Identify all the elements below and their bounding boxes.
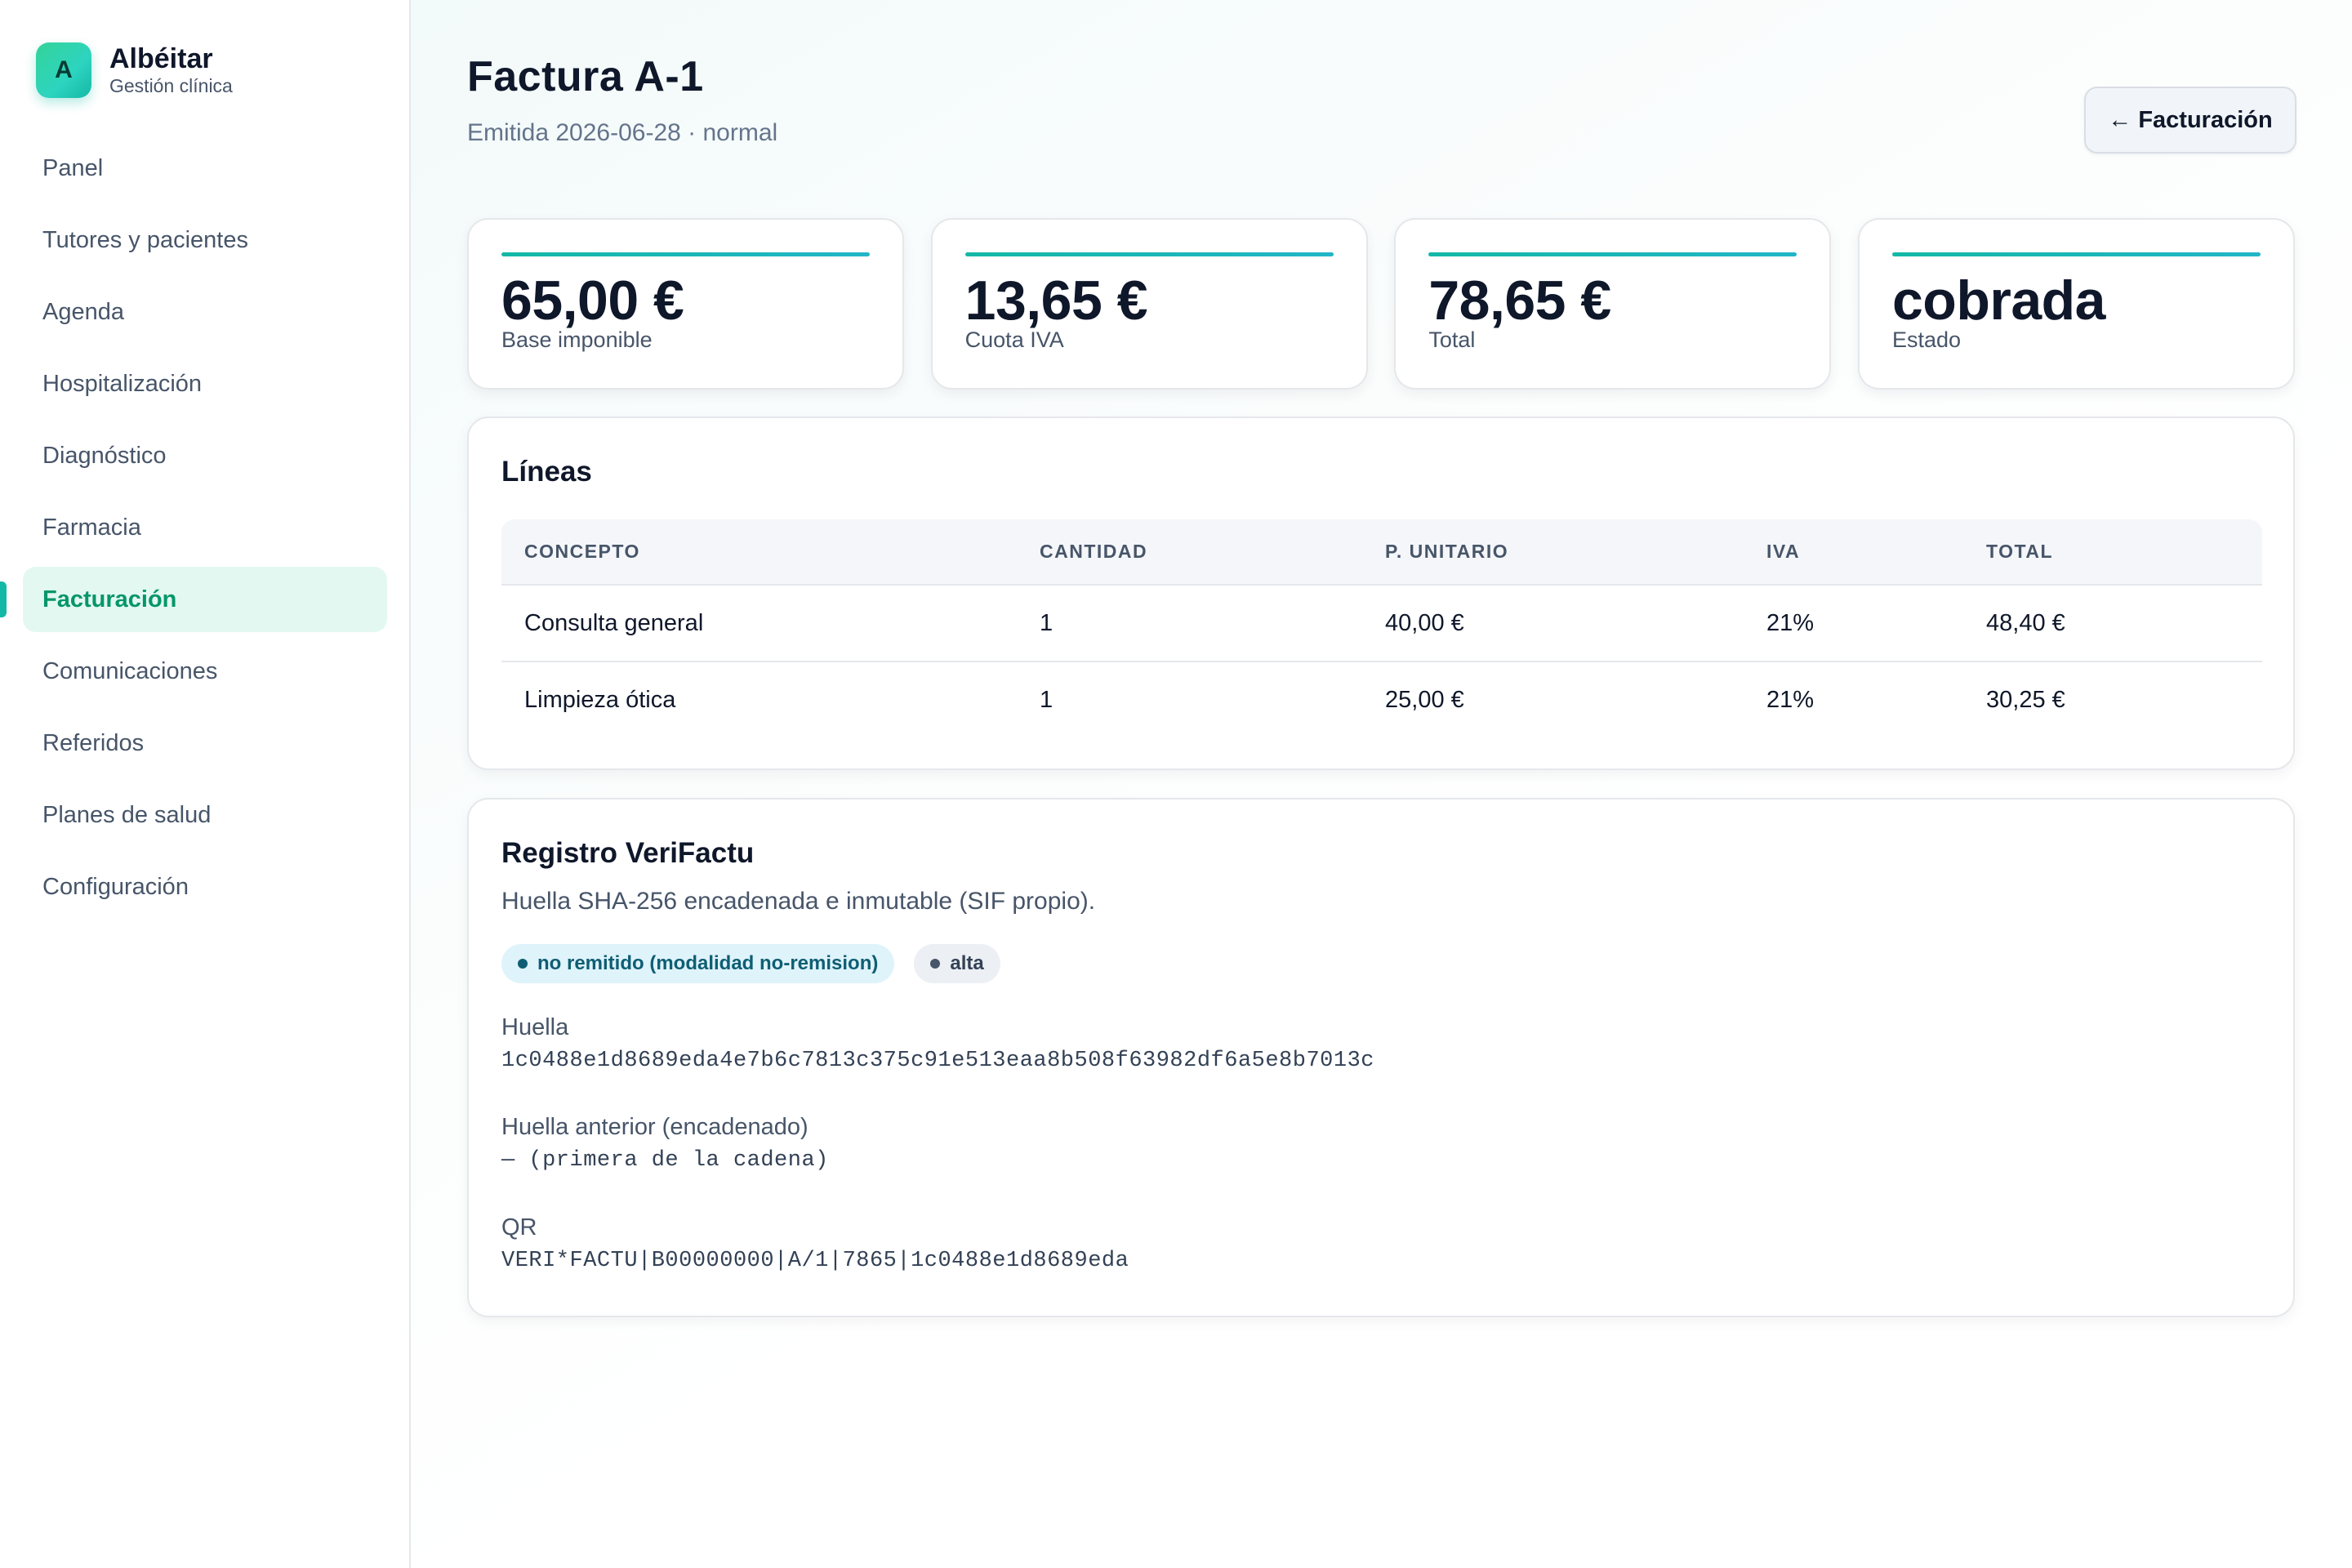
stat-label: Total xyxy=(1428,327,1476,352)
brand-subtitle: Gestión clínica xyxy=(109,75,233,96)
back-to-billing-button[interactable]: ← Facturación xyxy=(2084,87,2296,154)
column-header-iva: IVA xyxy=(1766,541,1801,562)
qr-field: QR VERI*FACTU|B00000000|A/1|7865|1c0488e… xyxy=(501,1213,1129,1273)
verifactu-title: Registro VeriFactu xyxy=(501,837,755,869)
sidebar-item-configuracion[interactable]: Configuración xyxy=(23,854,387,920)
brand-name: Albéitar xyxy=(109,43,213,74)
sidebar-item-planes-salud[interactable]: Planes de salud xyxy=(23,782,387,848)
lines-title: Líneas xyxy=(501,456,592,488)
cell-total: 48,40 € xyxy=(1963,584,2262,662)
column-header-total: TOTAL xyxy=(1986,541,2054,562)
page-subtitle: Emitida 2026-06-28 · normal xyxy=(467,119,778,146)
cell-precio-unitario: 25,00 € xyxy=(1362,661,1744,738)
stat-value: 13,65 € xyxy=(964,270,1148,332)
status-dot-icon xyxy=(518,959,528,969)
brand-logo: A xyxy=(36,42,91,98)
column-header-precio-unitario: P. UNITARIO xyxy=(1385,541,1509,562)
sidebar-nav: Panel Tutores y pacientes Agenda Hospita… xyxy=(23,136,387,926)
status-badge-alta: alta xyxy=(914,944,1000,983)
verifactu-description: Huella SHA-256 encadenada e inmutable (S… xyxy=(501,888,1096,915)
stat-accent-bar xyxy=(501,252,870,256)
hash-field: Huella 1c0488e1d8689eda4e7b6c7813c375c91… xyxy=(501,1013,1374,1073)
hash-label: Huella xyxy=(501,1014,569,1040)
stat-card-total: 78,65 € Total xyxy=(1394,218,1832,390)
sidebar-item-diagnostico[interactable]: Diagnóstico xyxy=(23,423,387,488)
active-nav-indicator xyxy=(0,581,7,617)
sidebar-item-hospitalizacion[interactable]: Hospitalización xyxy=(23,351,387,416)
table-row: Limpieza ótica 1 25,00 € 21% 30,25 € xyxy=(501,661,2262,738)
qr-label: QR xyxy=(501,1214,537,1241)
sidebar-item-facturacion[interactable]: Facturación xyxy=(23,567,387,632)
previous-hash-label: Huella anterior (encadenado) xyxy=(501,1114,808,1140)
sidebar-item-tutores-pacientes[interactable]: Tutores y pacientes xyxy=(23,207,387,273)
verifactu-card: Registro VeriFactu Huella SHA-256 encade… xyxy=(467,798,2295,1317)
previous-hash-value: — (primera de la cadena) xyxy=(501,1148,829,1173)
stat-accent-bar xyxy=(1891,252,2261,256)
badge-label: alta xyxy=(950,952,984,974)
cell-concepto: Consulta general xyxy=(501,584,1017,662)
status-dot-icon xyxy=(930,959,941,969)
stat-card-base: 65,00 € Base imponible xyxy=(467,218,904,390)
main-content: Factura A-1 Emitida 2026-06-28 · normal … xyxy=(411,0,2352,1568)
stat-accent-bar xyxy=(964,252,1334,256)
stat-value: 78,65 € xyxy=(1428,270,1611,332)
cell-cantidad: 1 xyxy=(1017,661,1362,738)
table-header-row: CONCEPTO CANTIDAD P. UNITARIO IVA TOTAL xyxy=(501,519,2262,585)
sidebar-item-comunicaciones[interactable]: Comunicaciones xyxy=(23,639,387,704)
verifactu-badges: no remitido (modalidad no-remision) alta xyxy=(501,944,1020,983)
sidebar-item-farmacia[interactable]: Farmacia xyxy=(23,495,387,560)
status-badge-remision: no remitido (modalidad no-remision) xyxy=(501,944,895,983)
stat-value: 65,00 € xyxy=(501,270,684,332)
cell-iva: 21% xyxy=(1744,584,1963,662)
stat-label: Estado xyxy=(1891,327,1962,352)
sidebar-item-agenda[interactable]: Agenda xyxy=(23,279,387,345)
stat-card-estado: cobrada Estado xyxy=(1857,218,2295,390)
stats-row: 65,00 € Base imponible 13,65 € Cuota IVA… xyxy=(467,218,2295,390)
stat-label: Base imponible xyxy=(501,327,653,352)
brand[interactable]: A Albéitar Gestión clínica xyxy=(36,42,233,98)
column-header-concepto: CONCEPTO xyxy=(524,541,640,562)
cell-cantidad: 1 xyxy=(1017,584,1362,662)
sidebar: A Albéitar Gestión clínica Panel Tutores… xyxy=(0,0,411,1568)
hash-value: 1c0488e1d8689eda4e7b6c7813c375c91e513eaa… xyxy=(501,1049,1374,1073)
stat-card-iva: 13,65 € Cuota IVA xyxy=(930,218,1368,390)
qr-value: VERI*FACTU|B00000000|A/1|7865|1c0488e1d8… xyxy=(501,1249,1129,1273)
stat-label: Cuota IVA xyxy=(964,327,1064,352)
previous-hash-field: Huella anterior (encadenado) — (primera … xyxy=(501,1112,829,1173)
invoice-lines-table: CONCEPTO CANTIDAD P. UNITARIO IVA TOTAL … xyxy=(501,519,2262,738)
stat-value: cobrada xyxy=(1891,270,2106,332)
app-root: A Albéitar Gestión clínica Panel Tutores… xyxy=(0,0,2352,1568)
column-header-cantidad: CANTIDAD xyxy=(1040,541,1148,562)
cell-concepto: Limpieza ótica xyxy=(501,661,1017,738)
sidebar-item-panel[interactable]: Panel xyxy=(23,136,387,201)
cell-total: 30,25 € xyxy=(1963,661,2262,738)
stat-accent-bar xyxy=(1428,252,1797,256)
badge-label: no remitido (modalidad no-remision) xyxy=(537,952,879,974)
page-title: Factura A-1 xyxy=(467,53,704,100)
brand-text: Albéitar Gestión clínica xyxy=(109,43,233,97)
table-row: Consulta general 1 40,00 € 21% 48,40 € xyxy=(501,584,2262,662)
invoice-lines-card: Líneas CONCEPTO CANTIDAD P. UNITARIO IVA… xyxy=(467,416,2295,770)
sidebar-item-referidos[interactable]: Referidos xyxy=(23,710,387,776)
cell-iva: 21% xyxy=(1744,661,1963,738)
cell-precio-unitario: 40,00 € xyxy=(1362,584,1744,662)
